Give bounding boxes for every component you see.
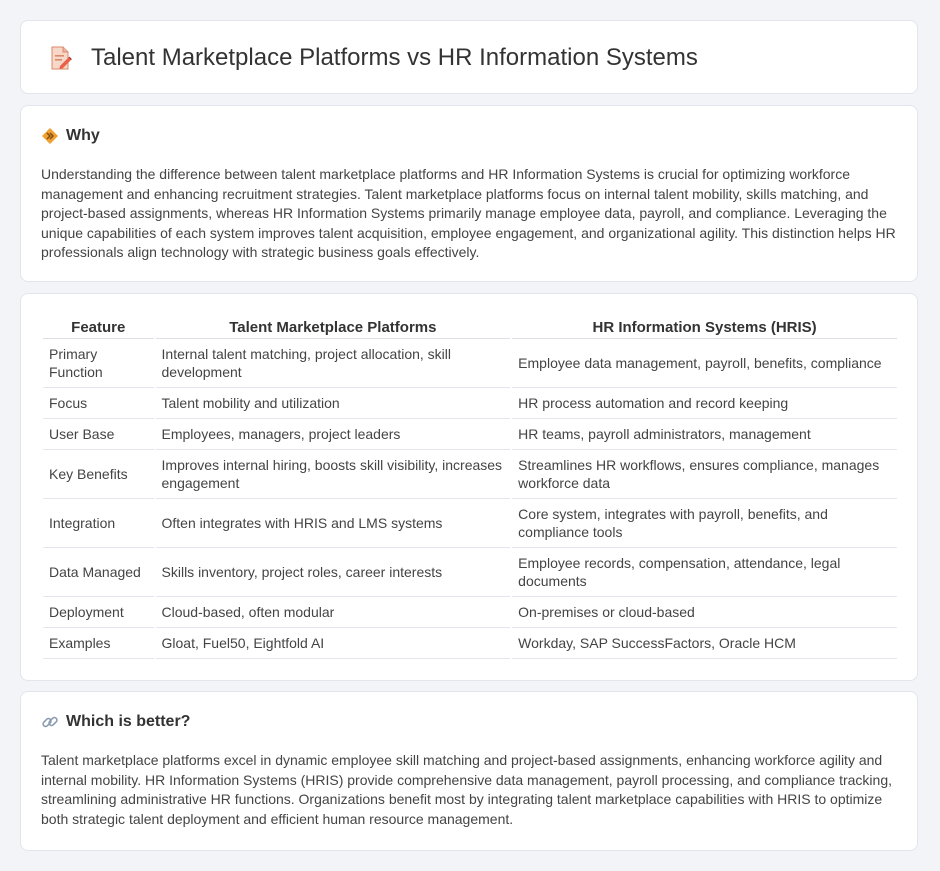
diamond-sign-icon (41, 127, 59, 145)
hris-cell: Employee data management, payroll, benef… (512, 339, 897, 388)
table-row: Data Managed Skills inventory, project r… (43, 548, 897, 597)
column-header-hris: HR Information Systems (HRIS) (512, 314, 897, 339)
hris-cell: Workday, SAP SuccessFactors, Oracle HCM (512, 628, 897, 659)
feature-cell: User Base (43, 419, 154, 450)
feature-cell: Deployment (43, 597, 154, 628)
talent-marketplace-cell: Cloud-based, often modular (155, 597, 511, 628)
better-heading: Which is better? (66, 713, 191, 730)
page-header: Talent Marketplace Platforms vs HR Infor… (20, 20, 918, 94)
why-text: Understanding the difference between tal… (41, 166, 896, 261)
hris-cell: HR process automation and record keeping (512, 388, 897, 419)
column-header-talent-marketplace: Talent Marketplace Platforms (155, 314, 511, 339)
feature-cell: Examples (43, 628, 154, 659)
why-heading-row: Why (41, 126, 100, 146)
hris-cell: Core system, integrates with payroll, be… (512, 499, 897, 548)
talent-marketplace-cell: Talent mobility and utilization (155, 388, 511, 419)
talent-marketplace-cell: Often integrates with HRIS and LMS syste… (155, 499, 511, 548)
table-header-row: Feature Talent Marketplace Platforms HR … (43, 314, 897, 339)
talent-marketplace-cell: Skills inventory, project roles, career … (155, 548, 511, 597)
table-row: Focus Talent mobility and utilization HR… (43, 388, 897, 419)
table-row: User Base Employees, managers, project l… (43, 419, 897, 450)
feature-cell: Data Managed (43, 548, 154, 597)
feature-cell: Focus (43, 388, 154, 419)
table-row: Primary Function Internal talent matchin… (43, 339, 897, 388)
hris-cell: Streamlines HR workflows, ensures compli… (512, 450, 897, 499)
page-title: Talent Marketplace Platforms vs HR Infor… (91, 44, 698, 71)
document-pencil-icon (49, 45, 73, 71)
column-header-feature: Feature (43, 314, 154, 339)
link-icon (41, 713, 59, 731)
why-section: Why Understanding the difference between… (20, 105, 918, 282)
feature-cell: Key Benefits (43, 450, 154, 499)
hris-cell: Employee records, compensation, attendan… (512, 548, 897, 597)
better-heading-row: Which is better? (41, 712, 190, 732)
talent-marketplace-cell: Employees, managers, project leaders (155, 419, 511, 450)
why-heading: Why (66, 127, 100, 144)
feature-cell: Primary Function (43, 339, 154, 388)
hris-cell: On-premises or cloud-based (512, 597, 897, 628)
comparison-table: Feature Talent Marketplace Platforms HR … (41, 314, 899, 659)
feature-cell: Integration (43, 499, 154, 548)
table-row: Integration Often integrates with HRIS a… (43, 499, 897, 548)
which-is-better-section: Which is better? Talent marketplace plat… (20, 691, 918, 851)
table-row: Examples Gloat, Fuel50, Eightfold AI Wor… (43, 628, 897, 659)
table-row: Key Benefits Improves internal hiring, b… (43, 450, 897, 499)
better-text: Talent marketplace platforms excel in dy… (41, 752, 893, 827)
hris-cell: HR teams, payroll administrators, manage… (512, 419, 897, 450)
talent-marketplace-cell: Improves internal hiring, boosts skill v… (155, 450, 511, 499)
talent-marketplace-cell: Gloat, Fuel50, Eightfold AI (155, 628, 511, 659)
table-row: Deployment Cloud-based, often modular On… (43, 597, 897, 628)
comparison-section: Feature Talent Marketplace Platforms HR … (20, 293, 918, 681)
talent-marketplace-cell: Internal talent matching, project alloca… (155, 339, 511, 388)
